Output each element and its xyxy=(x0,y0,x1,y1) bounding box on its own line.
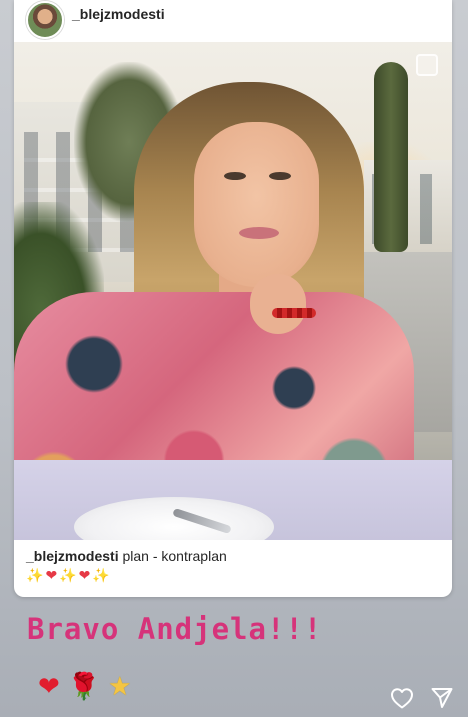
heart-icon: ❤ xyxy=(78,568,93,584)
face xyxy=(194,122,319,287)
right-eye xyxy=(269,172,291,180)
post-username[interactable]: _blejzmodesti xyxy=(72,6,165,22)
red-bracelet xyxy=(272,308,316,318)
red-heart-icon: ❤ xyxy=(38,672,60,702)
sparkles-icon: ✨ xyxy=(59,568,79,584)
story-text: Bravo Andjela!!! xyxy=(27,612,323,646)
caption-username[interactable]: _blejzmodesti xyxy=(26,548,119,564)
heart-icon: ❤ xyxy=(45,568,60,584)
hand xyxy=(250,274,306,334)
sparkles-icon: ✨ xyxy=(92,568,112,584)
cypress-tree xyxy=(374,62,408,252)
send-icon[interactable] xyxy=(430,686,454,710)
story-actions xyxy=(390,686,454,710)
story-emoji-row: ❤ 🌹 ★ xyxy=(38,672,131,702)
post-photo[interactable] xyxy=(14,42,452,540)
post-header: _blejzmodesti xyxy=(14,0,452,42)
caption-text: plan - kontraplan xyxy=(118,548,227,564)
lips xyxy=(239,227,279,239)
caption-emoji-row: ✨❤✨❤✨ xyxy=(26,568,112,584)
star-icon: ★ xyxy=(108,672,132,702)
avatar[interactable] xyxy=(26,1,64,39)
post-caption: _blejzmodesti plan - kontraplan xyxy=(26,548,227,564)
rose-icon: 🌹 xyxy=(67,672,101,702)
heart-outline-icon[interactable] xyxy=(390,686,414,710)
left-eye xyxy=(224,172,246,180)
multi-photo-icon xyxy=(416,54,438,76)
shared-post-card[interactable]: _blejzmodesti _blejzmodesti plan - kontr… xyxy=(14,0,452,597)
sparkles-icon: ✨ xyxy=(26,568,46,584)
